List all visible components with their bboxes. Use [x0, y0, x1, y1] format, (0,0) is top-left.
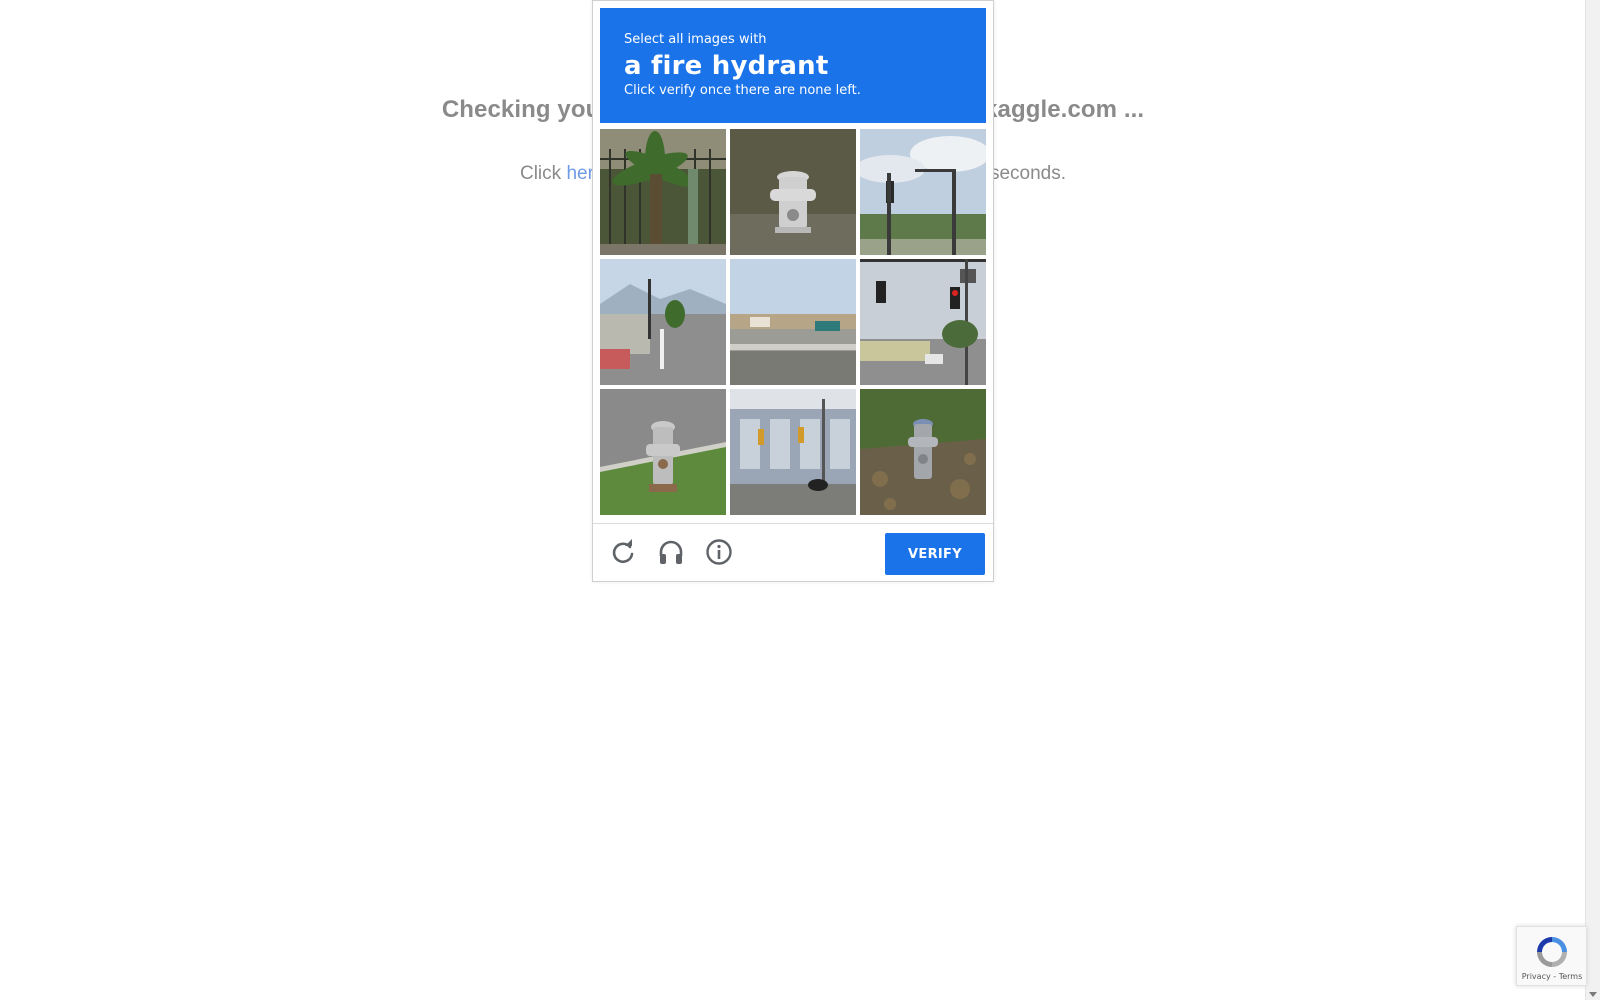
captcha-tile-3[interactable]	[860, 129, 986, 255]
info-icon[interactable]	[705, 538, 733, 566]
tile-image-traffic-lights-road	[860, 259, 986, 385]
captcha-tile-7[interactable]	[600, 389, 726, 515]
page-scrollbar[interactable]	[1585, 0, 1600, 1000]
redirect-prefix: Click	[519, 163, 567, 184]
captcha-tile-9[interactable]	[860, 389, 986, 515]
badge-links: Privacy - Terms	[1517, 972, 1587, 981]
captcha-image-grid	[600, 129, 986, 517]
instruction-top: Select all images with	[624, 32, 767, 47]
recaptcha-badge[interactable]: Privacy - Terms	[1516, 926, 1586, 986]
captcha-tile-2[interactable]	[730, 129, 856, 255]
captcha-footer: VERIFY	[593, 523, 993, 581]
captcha-tile-4[interactable]	[600, 259, 726, 385]
terms-link[interactable]: Terms	[1559, 972, 1583, 981]
captcha-tile-8[interactable]	[730, 389, 856, 515]
tile-image-hydrant	[730, 129, 856, 255]
captcha-instructions: Select all images with a fire hydrant Cl…	[600, 8, 986, 123]
audio-headphones-icon[interactable]	[657, 538, 685, 566]
tile-image-traffic-light-sky	[860, 129, 986, 255]
tile-image-hydrant-dirt	[860, 389, 986, 515]
scroll-down-arrow-icon[interactable]	[1589, 992, 1597, 997]
instruction-target: a fire hydrant	[624, 51, 829, 81]
verify-button[interactable]: VERIFY	[885, 533, 985, 575]
tile-image-highway	[730, 259, 856, 385]
captcha-tile-5[interactable]	[730, 259, 856, 385]
captcha-tile-6[interactable]	[860, 259, 986, 385]
tile-image-street-corner	[600, 259, 726, 385]
tile-image-building-traffic-lights	[730, 389, 856, 515]
captcha-challenge-dialog: Select all images with a fire hydrant Cl…	[592, 0, 994, 582]
badge-separator: -	[1550, 972, 1559, 981]
instruction-bottom: Click verify once there are none left.	[624, 83, 861, 98]
tile-image-hydrant-grass	[600, 389, 726, 515]
recaptcha-logo-icon	[1537, 937, 1567, 967]
privacy-link[interactable]: Privacy	[1522, 972, 1551, 981]
captcha-tile-1[interactable]	[600, 129, 726, 255]
tile-image-palm-fence	[600, 129, 726, 255]
reload-icon[interactable]	[609, 538, 637, 566]
